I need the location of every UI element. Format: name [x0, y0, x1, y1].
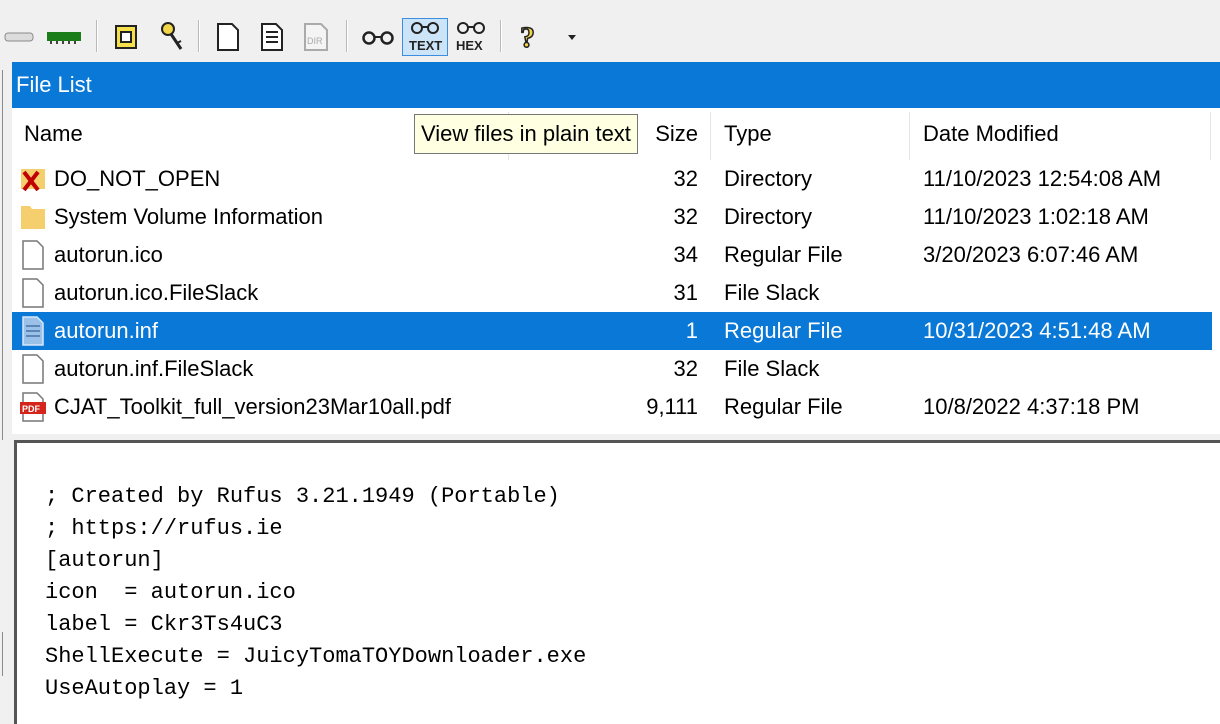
deleted-folder-icon	[21, 169, 45, 192]
view-text-label: TEXT	[409, 38, 442, 53]
svg-text:PDF: PDF	[22, 404, 41, 414]
toolbar: DIR TEXT HEX ?	[0, 0, 1220, 62]
view-glasses-icon[interactable]	[358, 18, 398, 56]
file-name: System Volume Information	[54, 204, 324, 229]
file-list[interactable]: Name Size Type Date Modified DO_NOT_OPEN…	[12, 108, 1220, 434]
column-header-type[interactable]: Type	[724, 108, 904, 160]
folder-icon	[21, 206, 45, 229]
file-name: CJAT_Toolkit_full_version23Mar10all.pdf	[54, 394, 452, 419]
text-line: icon = autorun.ico	[45, 580, 296, 605]
file-icon	[22, 240, 44, 270]
text-viewer[interactable]: ; Created by Rufus 3.21.1949 (Portable) …	[14, 440, 1220, 724]
text-viewer-content: ; Created by Rufus 3.21.1949 (Portable) …	[45, 481, 586, 705]
file-date: 10/31/2023 4:51:48 AM	[923, 318, 1151, 343]
text-line: [autorun]	[45, 548, 164, 573]
file-type: Regular File	[724, 318, 843, 343]
text-line: ; https://rufus.ie	[45, 516, 283, 541]
toolbar-separator	[346, 20, 348, 52]
inf-file-icon	[22, 316, 44, 346]
disk-icon[interactable]	[2, 18, 36, 56]
table-row[interactable]: autorun.inf.FileSlack 32 File Slack	[12, 350, 1212, 388]
toolbar-separator	[500, 20, 502, 52]
column-header-date[interactable]: Date Modified	[923, 108, 1203, 160]
file-icon	[22, 354, 44, 384]
table-row-selected[interactable]: autorun.inf 1 Regular File 10/31/2023 4:…	[12, 312, 1212, 350]
file-type: File Slack	[724, 356, 820, 381]
open-evidence-icon[interactable]	[108, 18, 144, 56]
file-size: 9,111	[646, 394, 698, 419]
column-divider[interactable]	[1210, 112, 1211, 160]
file-size: 32	[673, 166, 698, 191]
table-row[interactable]: DO_NOT_OPEN 32 Directory 11/10/2023 12:5…	[12, 160, 1212, 198]
memory-icon[interactable]	[44, 18, 84, 56]
file-size: 32	[673, 356, 698, 381]
column-divider[interactable]	[909, 112, 910, 160]
view-text-icon[interactable]: TEXT	[402, 18, 448, 56]
file-list-title: File List	[12, 62, 1220, 108]
text-line: label = Ckr3Ts4uC3	[45, 612, 283, 637]
file-name: autorun.inf	[54, 318, 158, 343]
text-line: ; Created by Rufus 3.21.1949 (Portable)	[45, 484, 560, 509]
report-icon[interactable]	[254, 18, 290, 56]
pdf-icon: PDF	[20, 392, 46, 422]
file-size: 1	[685, 318, 698, 343]
table-row[interactable]: autorun.ico.FileSlack 31 File Slack	[12, 274, 1212, 312]
table-row[interactable]: PDF CJAT_Toolkit_full_version23Mar10all.…	[12, 388, 1212, 426]
table-row[interactable]: autorun.ico 34 Regular File 3/20/2023 6:…	[12, 236, 1212, 274]
file-name: DO_NOT_OPEN	[54, 166, 221, 191]
file-type: File Slack	[724, 280, 820, 305]
file-date: 11/10/2023 1:02:18 AM	[923, 204, 1149, 229]
file-size: 31	[673, 280, 698, 305]
toolbar-separator	[96, 20, 98, 52]
dir-icon: DIR	[298, 18, 334, 56]
file-icon	[22, 278, 44, 308]
file-type: Regular File	[724, 242, 843, 267]
table-row[interactable]: System Volume Information 32 Directory 1…	[12, 198, 1212, 236]
text-line: ShellExecute = JuicyTomaTOYDownloader.ex…	[45, 644, 587, 669]
file-type: Regular File	[724, 394, 843, 419]
view-hex-label: HEX	[456, 38, 483, 53]
file-date: 3/20/2023 6:07:46 AM	[923, 242, 1139, 267]
key-icon[interactable]	[154, 18, 190, 56]
file-type: Directory	[724, 166, 813, 191]
column-divider[interactable]	[710, 112, 711, 160]
file-name: autorun.inf.FileSlack	[54, 356, 254, 381]
new-file-icon[interactable]	[210, 18, 246, 56]
text-line: UseAutoplay = 1	[45, 676, 244, 701]
toolbar-separator	[198, 20, 200, 52]
help-icon[interactable]: ?	[512, 18, 546, 56]
file-name: autorun.ico	[54, 242, 163, 267]
file-size: 34	[673, 242, 698, 267]
tooltip: View files in plain text	[414, 114, 638, 154]
file-name: autorun.ico.FileSlack	[54, 280, 259, 305]
toolbar-dropdown-icon[interactable]	[562, 18, 582, 56]
splitter-line	[2, 632, 7, 676]
file-date: 11/10/2023 12:54:08 AM	[923, 166, 1162, 191]
svg-text:?: ?	[520, 21, 535, 53]
dir-label: DIR	[307, 36, 323, 46]
view-hex-icon[interactable]: HEX	[450, 18, 492, 56]
splitter-line	[2, 70, 7, 440]
file-date: 10/8/2022 4:37:18 PM	[923, 394, 1140, 419]
left-splitter[interactable]	[0, 62, 8, 724]
file-type: Directory	[724, 204, 813, 229]
file-size: 32	[673, 204, 698, 229]
